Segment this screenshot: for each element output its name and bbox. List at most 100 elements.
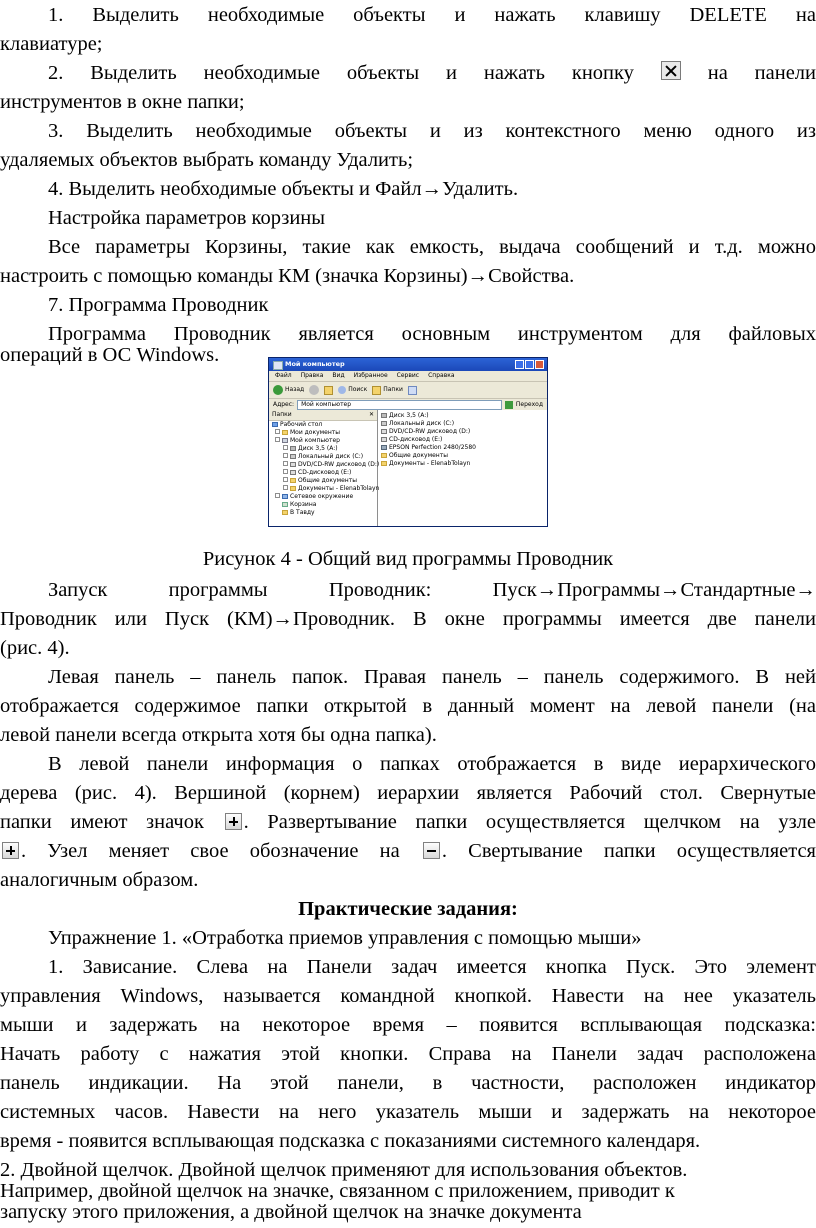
tree-label: Документы - ElenabTolayn xyxy=(298,485,380,492)
folder-icon xyxy=(381,453,387,458)
list-item-2: 2. Выделить необходимые объекты и нажать… xyxy=(0,58,816,89)
back-label: Назад xyxy=(285,386,305,393)
expand-plus-icon xyxy=(283,469,288,474)
recycle-bin-icon xyxy=(282,502,288,507)
floppy-icon xyxy=(381,413,387,418)
drive-icon xyxy=(290,454,296,459)
text-line: Проводник или Пуск (КМ)→Проводник. В окн… xyxy=(0,608,816,630)
text-fragment: . Развертывание папки осуществляется щел… xyxy=(243,811,816,833)
text-line: Начать работу с нажатия этой кнопки. Спр… xyxy=(0,1043,816,1065)
tree-item: В Тавду xyxy=(269,509,377,517)
folders-pane: Папки ✕ Рабочий стол Мои документы Мой ко… xyxy=(269,410,380,526)
text-line: настроить с помощью команды КМ (значка К… xyxy=(0,265,575,287)
paragraph-line: отображается содержимое папки открытой в… xyxy=(0,691,816,722)
paragraph-line: . Узел меняет свое обозначение на . Свер… xyxy=(0,836,816,867)
close-icon: ✕ xyxy=(368,411,374,418)
expand-plus-icon xyxy=(283,485,288,490)
computer-icon xyxy=(282,438,288,443)
content-item: Локальный диск (C:) xyxy=(381,420,544,428)
content-item: EPSON Perfection 2480/2580 xyxy=(381,444,544,452)
tree-item: Сетевое окружение xyxy=(269,493,377,501)
dvd-icon xyxy=(290,462,296,467)
menu-tools: Сервис xyxy=(396,372,420,379)
text-line: (рис. 4). xyxy=(0,637,70,659)
paragraph-line: В левой панели информация о папках отобр… xyxy=(0,749,816,780)
text-fragment: на панели xyxy=(707,62,816,84)
content-label: DVD/CD-RW дисковод (D:) xyxy=(389,428,471,435)
window-controls xyxy=(515,360,544,369)
maximize-icon xyxy=(525,360,534,369)
content-item: DVD/CD-RW дисковод (D:) xyxy=(381,428,544,436)
list-item-1: 1. Выделить необходимые объекты и нажать… xyxy=(0,0,816,31)
text-fragment: . Свертывание папки осуществляется xyxy=(441,840,816,862)
paragraph-line: управления Windows, называется командной… xyxy=(0,981,816,1012)
list-item-3: 3. Выделить необходимые объекты и из кон… xyxy=(0,116,816,147)
folder-icon xyxy=(290,478,296,483)
text-fragment: папки имеют значок xyxy=(0,811,204,833)
expand-plus-icon xyxy=(2,842,19,859)
scanner-icon xyxy=(381,445,387,450)
paragraph-line: папки имеют значок . Развертывание папки… xyxy=(0,807,816,838)
paragraph-line: Проводник или Пуск (КМ)→Проводник. В окн… xyxy=(0,604,816,635)
go-label: Переход xyxy=(515,401,543,408)
cd-icon xyxy=(290,470,296,475)
text-line: левой панели всегда открыта хотя бы одна… xyxy=(0,724,437,746)
search-button: Поиск xyxy=(338,386,367,394)
expand-plus-icon xyxy=(283,477,288,482)
close-icon xyxy=(535,360,544,369)
network-icon xyxy=(282,494,288,499)
text-line: Запуск программы Проводник: Пуск→Програм… xyxy=(48,579,816,601)
drive-icon xyxy=(381,421,387,426)
up-folder-icon xyxy=(324,385,334,395)
go-arrow-icon xyxy=(504,401,513,409)
content-label: EPSON Perfection 2480/2580 xyxy=(389,444,476,451)
content-item: Диск 3,5 (A:) xyxy=(381,412,544,420)
content-label: Документы - ElenabTolayn xyxy=(389,460,471,467)
practice-heading: Практические задания: xyxy=(298,898,518,920)
content-item: Общие документы xyxy=(381,452,544,460)
tree-label: Диск 3,5 (A:) xyxy=(298,445,338,452)
expand-plus-icon xyxy=(283,461,288,466)
list-item-4: 4. Выделить необходимые объекты и Файл→У… xyxy=(48,178,519,200)
text-line: системных часов. Навести на него указате… xyxy=(0,1101,816,1123)
folders-pane-header: Папки ✕ xyxy=(269,410,377,421)
tree-label: Мой компьютер xyxy=(290,437,340,444)
expand-plus-icon xyxy=(275,493,280,498)
expand-plus-icon xyxy=(283,445,288,450)
tree-item: Документы - ElenabTolayn xyxy=(269,485,380,493)
tree-label: Общие документы xyxy=(298,477,357,484)
paragraph-line: Начать работу с нажатия этой кнопки. Спр… xyxy=(0,1039,816,1070)
paragraph-line: Все параметры Корзины, такие как емкость… xyxy=(0,232,816,263)
close-icon xyxy=(660,61,681,80)
tree-label: DVD/CD-RW дисковод (D:) xyxy=(298,461,380,468)
text-line: панель индикации. На этой панели, в част… xyxy=(0,1072,816,1094)
folder-icon xyxy=(282,430,288,435)
folder-icon xyxy=(381,461,387,466)
dvd-icon xyxy=(381,429,387,434)
exercise-title: Упражнение 1. «Отработка приемов управле… xyxy=(48,927,642,949)
explorer-titlebar: Мой компьютер xyxy=(269,358,547,371)
paragraph-line: мыши и задержать на некоторое время – по… xyxy=(0,1010,816,1041)
text-line: удаляемых объектов выбрать команду Удали… xyxy=(0,149,414,171)
back-arrow-icon xyxy=(273,385,283,395)
tree-item: Локальный диск (C:) xyxy=(269,453,377,461)
tree-label: Локальный диск (C:) xyxy=(298,453,364,460)
text-line: запуску этого приложения, а двойной щелч… xyxy=(0,1201,582,1223)
desktop-icon xyxy=(272,422,278,427)
tree-label: Сетевое окружение xyxy=(290,493,354,500)
content-label: Общие документы xyxy=(389,452,448,459)
tree-label: Мои документы xyxy=(290,429,341,436)
paragraph-line: Левая панель – панель папок. Правая пане… xyxy=(0,662,816,693)
minimize-icon xyxy=(515,360,524,369)
forward-arrow-icon xyxy=(309,385,320,395)
folders-pane-title: Папки xyxy=(272,411,292,418)
menu-help: Справка xyxy=(428,372,455,379)
tree-item: Мой компьютер xyxy=(269,437,377,445)
tree-item: Общие документы xyxy=(269,477,377,485)
text-line: Все параметры Корзины, такие как емкость… xyxy=(48,236,816,258)
text-line: время - появится всплывающая подсказка с… xyxy=(0,1130,701,1152)
paragraph-line: дерева (рис. 4). Вершиной (корнем) иерар… xyxy=(0,778,816,809)
explorer-figure: Мой компьютер Файл Правка Вид Избранное … xyxy=(268,357,548,527)
expand-plus-icon xyxy=(224,813,242,830)
text-line: В левой панели информация о папках отобр… xyxy=(48,753,816,775)
